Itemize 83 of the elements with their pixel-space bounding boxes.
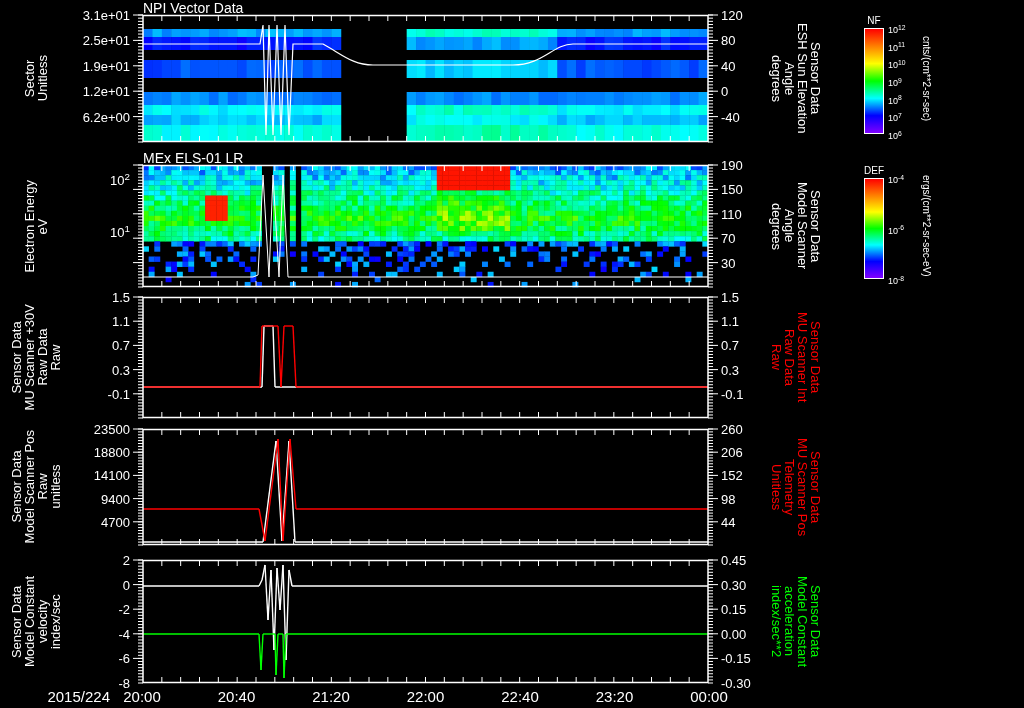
panel-title: MEx ELS-01 LR xyxy=(143,151,244,165)
time-tick-label: 21:20 xyxy=(311,688,351,704)
axis-tick-label: 3.1e+01 xyxy=(82,8,130,22)
axis-tick-label: 70 xyxy=(721,231,736,245)
axis-tick-label: -6 xyxy=(118,651,130,665)
axis-tick-label: 9400 xyxy=(101,492,130,506)
axis-tick-label: -0.1 xyxy=(107,387,130,401)
colorbar-tick-label: 10$^{-8}$ xyxy=(888,276,905,286)
axis-label: Sensor Data MU Scanner Int Raw Data Raw xyxy=(769,312,822,403)
time-tick-label: 22:00 xyxy=(405,688,446,704)
colorbar-units: ergs/(cm**2-sr-sec-eV) xyxy=(920,175,933,277)
colorbar-tick-label: 10$^{11}$ xyxy=(888,42,906,53)
colorbar-tick-label: 10$^{10}$ xyxy=(888,60,906,71)
axis-tick-label: 2.5e+01 xyxy=(82,33,130,47)
axis-tick-label: 0.3 xyxy=(111,363,130,377)
axis-label: Sensor Data Model Constant velocity index/sec xyxy=(9,575,62,668)
axis-tick-label: 1.5 xyxy=(111,290,130,304)
time-tick-label: 20:00 xyxy=(123,688,162,704)
axis-tick-label: -0.15 xyxy=(721,651,751,665)
axis-tick-label: 0.30 xyxy=(721,578,747,592)
colorbar-tick-label: 10$^{12}$ xyxy=(888,25,906,35)
colorbar-tick-label: 10$^{-6}$ xyxy=(888,225,905,236)
axis-label: Sector Unitless xyxy=(22,55,49,102)
axis-tick-label: 152 xyxy=(721,468,743,482)
axis-tick-label: 80 xyxy=(721,33,736,47)
axis-tick-label: 0.00 xyxy=(721,627,747,641)
axis-tick-label: 4700 xyxy=(101,515,130,529)
axis-tick-label: 10$^{1}$ xyxy=(110,225,130,239)
axis-tick-label: 0 xyxy=(122,578,130,592)
axis-tick-label: 0.15 xyxy=(721,602,747,616)
axis-label: Sensor Data MU Scanner +30V Raw Data Raw xyxy=(9,304,62,411)
axis-tick-label: 14100 xyxy=(93,468,130,482)
colorbar-tick-label: 10$^{7}$ xyxy=(888,113,902,124)
axis-label: Sensor Data MU Scanner Pos Telemetry Unitless xyxy=(769,437,822,537)
axis-tick-label: 1.5 xyxy=(721,290,740,304)
time-tick-label: 22:40 xyxy=(500,688,540,704)
axis-tick-label: 40 xyxy=(721,59,736,73)
axis-tick-label: -2 xyxy=(118,602,130,616)
axis-tick-label: -8 xyxy=(118,676,130,690)
time-tick-label: 00:00 xyxy=(689,688,728,704)
axis-tick-label: 18800 xyxy=(93,445,130,459)
axis-tick-label: 2 xyxy=(122,553,130,567)
axis-label: Sensor Data ESH Sun Elevation Angle degrees xyxy=(769,23,822,134)
time-tick-label: 20:40 xyxy=(216,688,257,704)
axis-tick-label: 1.1 xyxy=(111,314,130,328)
axis-tick-label: 1.9e+01 xyxy=(82,59,130,73)
axis-tick-label: 10$^{2}$ xyxy=(110,173,130,187)
colorbar-title: NF xyxy=(867,15,881,27)
axis-tick-label: -40 xyxy=(721,110,740,124)
axis-tick-label: 23500 xyxy=(93,422,130,436)
axis-label: Electron Energy eV xyxy=(22,179,49,273)
axis-tick-label: 150 xyxy=(721,182,743,196)
axis-tick-label: 0.7 xyxy=(721,338,740,352)
axis-tick-label: 30 xyxy=(721,256,736,270)
colorbar-units: cnts/(cm**2-sr-sec) xyxy=(920,36,933,121)
axis-tick-label: 6.2e+00 xyxy=(82,110,130,124)
colorbar-tick-label: 10$^{9}$ xyxy=(888,78,902,88)
axis-tick-label: 1.2e+01 xyxy=(82,84,130,98)
axis-tick-label: 0.7 xyxy=(111,338,130,352)
axis-tick-label: 0.3 xyxy=(721,363,740,377)
time-tick-label: 23:20 xyxy=(594,688,635,704)
axis-tick-label: 44 xyxy=(721,515,736,529)
axis-tick-label: 0 xyxy=(721,84,729,98)
panel-title: NPI Vector Data xyxy=(143,1,244,15)
axis-tick-label: -0.30 xyxy=(721,676,751,690)
colorbar-tick-label: 10$^{6}$ xyxy=(888,131,902,141)
axis-tick-label: -4 xyxy=(118,627,130,641)
axis-tick-label: 1.1 xyxy=(721,314,740,328)
axis-label: Sensor Data Model Constant acceleration index/sec**2 xyxy=(769,575,822,668)
axis-tick-label: 120 xyxy=(721,8,743,22)
axis-tick-label: 0.45 xyxy=(721,553,747,567)
colorbar-tick-label: 10$^{-4}$ xyxy=(888,175,905,185)
axis-tick-label: 98 xyxy=(721,492,736,506)
axis-tick-label: 190 xyxy=(721,158,743,172)
axis-tick-label: 110 xyxy=(721,207,742,221)
axis-tick-label: -0.1 xyxy=(721,387,744,401)
axis-label: Sensor Data Model Scanner Pos Raw unitless xyxy=(9,430,62,544)
axis-label: Sensor Data Model Scanner Angle degrees xyxy=(769,182,822,270)
axis-tick-label: 260 xyxy=(721,422,743,436)
axis-tick-label: 206 xyxy=(721,445,743,459)
date-label: 2015/224 xyxy=(46,688,110,704)
colorbar-title: DEF xyxy=(864,165,884,177)
colorbar-tick-label: 10$^{8}$ xyxy=(888,95,902,106)
